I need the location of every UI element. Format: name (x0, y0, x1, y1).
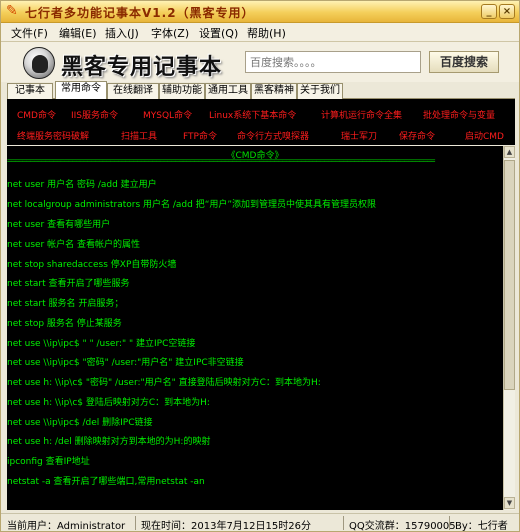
app-window: ✎ 七行者多功能记事本V1.2（黑客专用） _ × 文件(F) 编辑(E) 插入… (0, 0, 520, 532)
status-qq-group: QQ交流群：15790005 (349, 521, 456, 532)
hacker-mask-icon (23, 47, 55, 79)
search-input[interactable] (245, 51, 421, 73)
status-divider (449, 516, 450, 530)
tab-notepad[interactable]: 记事本 (7, 83, 53, 99)
tab-common-commands[interactable]: 常用命令 (55, 81, 107, 100)
tab-hacker-spirit[interactable]: 黑客精神 (251, 83, 297, 99)
close-button[interactable]: × (499, 4, 515, 19)
content-line: net use h: /del 删除映射对方到本地的为H:的映射 (7, 437, 211, 447)
link-terminal-password-crack[interactable]: 终端服务密码破解 (17, 129, 89, 142)
tab-strip: 记事本 常用命令 在线翻译 辅助功能 通用工具 黑客精神 关于我们 (7, 81, 515, 100)
link-batch-commands[interactable]: 批处理命令与变量 (423, 108, 495, 121)
content-line: net use h: \\ip\c$ 登陆后映射对方C：到本地为H: (7, 398, 210, 408)
status-author: By：七行者 (455, 521, 508, 532)
window-title: 七行者多功能记事本V1.2（黑客专用） (25, 6, 255, 20)
content-line: ipconfig 查看IP地址 (7, 457, 90, 467)
content-line: net stop sharedaccess 停XP自带防火墙 (7, 260, 177, 270)
link-start-cmd[interactable]: 启动CMD (465, 129, 504, 142)
scroll-down-icon[interactable]: ▼ (504, 497, 515, 509)
tab-about-us[interactable]: 关于我们 (297, 83, 343, 99)
link-sniffer[interactable]: 命令行方式嗅探器 (237, 129, 309, 142)
command-text-area[interactable]: 《CMD命令》 ================================… (7, 146, 503, 510)
content-line: net use h: \\ip\c$ "密码" /user:"用户名" 直接登陆… (7, 378, 321, 388)
link-scan-tools[interactable]: 扫描工具 (121, 129, 157, 142)
command-links-panel: CMD命令 IIS服务命令 MYSQL命令 Linux系统下基本命令 计算机运行… (7, 99, 515, 145)
header: 黑客专用记事本 百度搜索 (1, 42, 519, 82)
link-ftp-commands[interactable]: FTP命令 (183, 129, 217, 142)
link-linux-commands[interactable]: Linux系统下基本命令 (209, 108, 296, 121)
menu-edit[interactable]: 编辑(E) (59, 25, 97, 41)
menu-font[interactable]: 字体(Z) (151, 25, 189, 41)
content-line: netstat -a 查看开启了哪些端口,常用netstat -an (7, 477, 205, 487)
content-line: net user 用户名 密码 /add 建立用户 (7, 180, 157, 190)
link-save-command[interactable]: 保存命令 (399, 129, 435, 142)
status-divider (135, 516, 136, 530)
status-current-user: 当前用户：Administrator (7, 521, 126, 532)
content-line: net use \\ip\ipc$ " " /user:" " 建立IPC空链接 (7, 339, 196, 349)
content-separator: ========================================… (7, 158, 435, 164)
content-line: net user 帐户名 查看帐户的属性 (7, 240, 140, 250)
content-line: net localgroup administrators 用户名 /add 把… (7, 200, 377, 210)
minimize-button[interactable]: _ (481, 4, 497, 19)
title-bar[interactable]: ✎ 七行者多功能记事本V1.2（黑客专用） _ × (1, 1, 519, 23)
status-current-time: 现在时间：2013年7月12日15时26分 (141, 521, 311, 532)
link-swiss-knife[interactable]: 瑞士军刀 (341, 129, 377, 142)
menu-help[interactable]: 帮助(H) (247, 25, 286, 41)
link-run-commands[interactable]: 计算机运行命令全集 (321, 108, 402, 121)
pen-icon: ✎ (6, 3, 18, 19)
menu-insert[interactable]: 插入(J) (105, 25, 139, 41)
menu-file[interactable]: 文件(F) (11, 25, 48, 41)
status-divider (343, 516, 344, 530)
content-line: net start 查看开启了哪些服务 (7, 279, 130, 289)
menu-bar: 文件(F) 编辑(E) 插入(J) 字体(Z) 设置(Q) 帮助(H) (1, 23, 519, 42)
baidu-search-button[interactable]: 百度搜索 (429, 51, 499, 73)
tab-general-tools[interactable]: 通用工具 (205, 83, 251, 99)
logo-text: 黑客专用记事本 (61, 55, 223, 80)
tab-helper-functions[interactable]: 辅助功能 (159, 83, 205, 99)
content-line: net start 服务名 开启服务； (7, 299, 124, 309)
scroll-up-icon[interactable]: ▲ (504, 146, 515, 158)
link-mysql-commands[interactable]: MYSQL命令 (143, 108, 192, 121)
content-line: net stop 服务名 停止某服务 (7, 319, 122, 329)
status-bar: 当前用户：Administrator 现在时间：2013年7月12日15时26分… (1, 513, 519, 532)
link-iis-commands[interactable]: IIS服务命令 (71, 108, 118, 121)
content-line: net use \\ip\ipc$ /del 删除IPC链接 (7, 418, 153, 428)
tab-online-translate[interactable]: 在线翻译 (107, 83, 159, 99)
content-line: net use \\ip\ipc$ "密码" /user:"用户名" 建立IPC… (7, 358, 244, 368)
scroll-thumb[interactable] (504, 160, 515, 390)
content-line: net user 查看有哪些用户 (7, 220, 111, 230)
menu-settings[interactable]: 设置(Q) (199, 25, 238, 41)
logo: 黑客专用记事本 (23, 47, 229, 80)
vertical-scrollbar[interactable]: ▲ ▼ (503, 146, 515, 510)
link-cmd-commands[interactable]: CMD命令 (17, 108, 56, 121)
